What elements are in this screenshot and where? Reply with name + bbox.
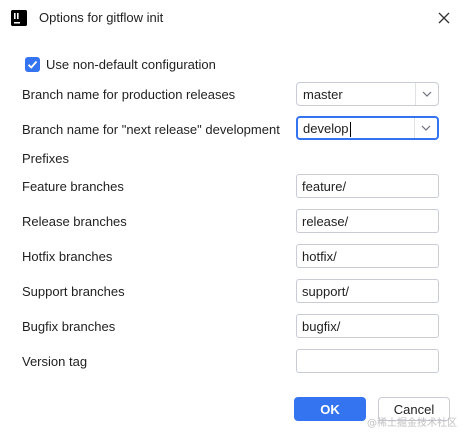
- hotfix-branches-label: Hotfix branches: [22, 249, 113, 264]
- watermark: @稀土掘金技术社区: [367, 418, 457, 429]
- next-release-branch-value: develop: [303, 121, 349, 136]
- checkbox-label: Use non-default configuration: [46, 56, 216, 72]
- hotfix-branches-field[interactable]: [296, 244, 439, 268]
- support-branches-field[interactable]: [296, 279, 439, 303]
- text-caret: [349, 122, 351, 138]
- title-bar: Options for gitflow init: [0, 0, 465, 36]
- close-icon: [438, 12, 450, 24]
- support-branches-input[interactable]: [302, 281, 432, 301]
- feature-branches-field[interactable]: [296, 174, 439, 198]
- next-release-branch-label: Branch name for "next release" developme…: [22, 122, 280, 137]
- version-tag-field[interactable]: [296, 349, 439, 373]
- bugfix-branches-field[interactable]: [296, 314, 439, 338]
- use-non-default-config-checkbox[interactable]: Use non-default configuration: [25, 55, 216, 73]
- checkbox-checked-icon[interactable]: [25, 56, 40, 72]
- release-branches-field[interactable]: [296, 209, 439, 233]
- next-release-branch-combo[interactable]: develop: [296, 116, 439, 140]
- production-branch-label: Branch name for production releases: [22, 87, 236, 102]
- chevron-down-icon[interactable]: [415, 83, 438, 105]
- prefixes-heading: Prefixes: [22, 151, 69, 166]
- hotfix-branches-input[interactable]: [302, 246, 432, 266]
- version-tag-input[interactable]: [302, 351, 432, 371]
- intellij-icon: [11, 10, 27, 26]
- bugfix-branches-label: Bugfix branches: [22, 319, 116, 334]
- production-branch-combo[interactable]: master: [296, 82, 439, 106]
- close-button[interactable]: [433, 7, 455, 29]
- version-tag-label: Version tag: [22, 354, 88, 369]
- chevron-down-icon[interactable]: [414, 118, 437, 138]
- release-branches-label: Release branches: [22, 214, 127, 229]
- bugfix-branches-input[interactable]: [302, 316, 432, 336]
- feature-branches-input[interactable]: [302, 176, 432, 196]
- release-branches-input[interactable]: [302, 211, 432, 231]
- feature-branches-label: Feature branches: [22, 179, 124, 194]
- ok-button[interactable]: OK: [294, 397, 366, 421]
- support-branches-label: Support branches: [22, 284, 125, 299]
- window-title: Options for gitflow init: [39, 10, 164, 25]
- production-branch-value: master: [303, 87, 343, 102]
